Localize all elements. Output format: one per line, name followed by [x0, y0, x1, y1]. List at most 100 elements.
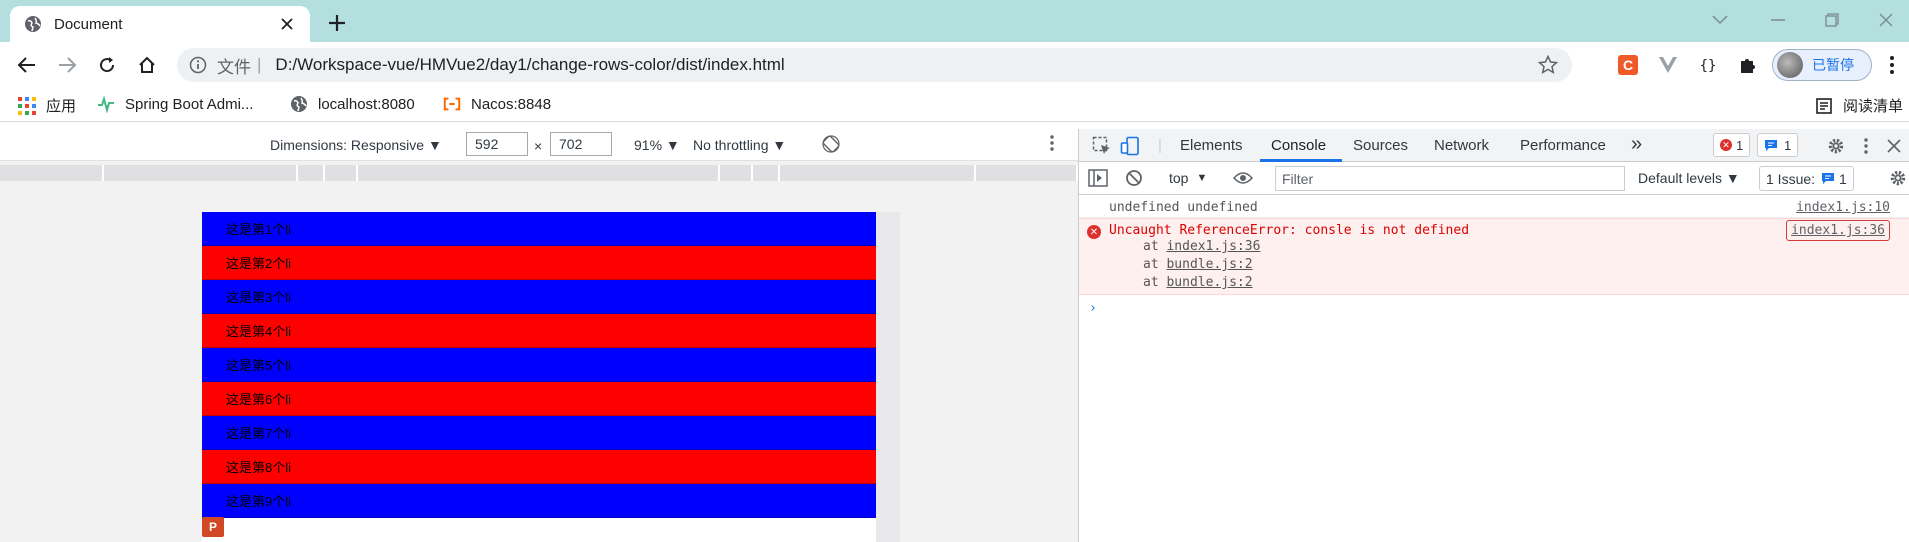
nacos-icon	[443, 95, 461, 113]
address-bar[interactable]: 文件 | D:/Workspace-vue/HMVue2/day1/change…	[177, 48, 1572, 82]
close-window-icon[interactable]	[1872, 8, 1900, 32]
tab-search-chevron-icon[interactable]	[1706, 8, 1734, 32]
settings-gear-icon[interactable]	[1825, 135, 1847, 157]
stack-link[interactable]: bundle.js:2	[1166, 257, 1252, 272]
close-devtools-icon[interactable]	[1883, 135, 1905, 157]
error-count-badge[interactable]: ✕ 1	[1713, 133, 1751, 157]
log-source-link[interactable]: index1.js:10	[1796, 200, 1890, 215]
ruler-segment[interactable]	[780, 165, 976, 181]
bookmark-nacos[interactable]: Nacos:8848	[443, 95, 551, 113]
tab-elements[interactable]: Elements	[1180, 137, 1243, 154]
tab-divider: |	[1158, 137, 1162, 154]
profile-status-label: 已暂停	[1812, 57, 1854, 73]
list-item[interactable]: 这是第5个li	[202, 348, 876, 382]
json-viewer-icon[interactable]: {}	[1697, 54, 1719, 76]
dimensions-dropdown[interactable]: Dimensions: Responsive ▼	[270, 137, 442, 153]
list-item[interactable]: 这是第4个li	[202, 314, 876, 348]
viewport-width-input[interactable]	[466, 132, 528, 156]
devtools-menu-icon[interactable]	[1855, 135, 1877, 157]
stack-link[interactable]: index1.js:36	[1166, 239, 1260, 254]
issues-count: 1	[1839, 170, 1847, 187]
tab-sources[interactable]: Sources	[1353, 137, 1408, 154]
device-toolbar-menu-icon[interactable]	[1050, 135, 1054, 151]
url-text[interactable]: D:/Workspace-vue/HMVue2/day1/change-rows…	[275, 55, 784, 75]
extension-c-icon[interactable]: C	[1617, 54, 1639, 76]
list-item[interactable]: 这是第6个li	[202, 382, 876, 416]
li-list: 这是第1个li 这是第2个li 这是第3个li 这是第4个li 这是第5个li …	[202, 212, 876, 542]
device-toggle-icon[interactable]	[1119, 135, 1141, 157]
bookmark-label: localhost:8080	[318, 95, 415, 113]
ruler-segment[interactable]	[0, 165, 104, 181]
browser-menu-icon[interactable]	[1882, 53, 1902, 77]
list-item[interactable]: 这是第2个li	[202, 246, 876, 280]
log-levels-dropdown[interactable]: Default levels ▼	[1638, 170, 1740, 186]
message-count-badge[interactable]: 1	[1757, 133, 1799, 157]
issues-button[interactable]: 1 Issue: 1	[1759, 166, 1854, 191]
list-item[interactable]: 这是第8个li	[202, 450, 876, 484]
bookmark-spring-boot-admin[interactable]: Spring Boot Admi...	[97, 95, 253, 113]
back-icon[interactable]	[14, 52, 40, 78]
message-icon	[1821, 172, 1835, 185]
powerpoint-icon[interactable]: P	[202, 517, 224, 537]
list-item[interactable]: 这是第1个li	[202, 212, 876, 246]
browser-toolbar: 文件 | D:/Workspace-vue/HMVue2/day1/change…	[0, 42, 1909, 88]
stack-prefix: at	[1143, 275, 1159, 290]
ruler-segment[interactable]	[104, 165, 298, 181]
tab-performance[interactable]: Performance	[1520, 137, 1606, 154]
reading-list[interactable]: 阅读清单	[1815, 95, 1903, 116]
stack-frame: at bundle.js:2	[1109, 274, 1909, 292]
home-icon[interactable]	[134, 52, 160, 78]
new-tab-icon[interactable]	[324, 10, 350, 36]
devtools-panel: | Elements Console Sources Network Perfo…	[1078, 129, 1909, 542]
reload-icon[interactable]	[94, 52, 120, 78]
info-icon[interactable]	[189, 56, 207, 74]
ruler-segment[interactable]	[325, 165, 358, 181]
console-output: undefined undefined index1.js:10 ✕ Uncau…	[1079, 196, 1909, 316]
browser-tab[interactable]: Document	[10, 6, 310, 42]
console-prompt[interactable]: ›	[1079, 295, 1909, 316]
globe-icon	[290, 95, 308, 113]
vue-devtools-icon[interactable]	[1657, 54, 1679, 76]
throttling-dropdown[interactable]: No throttling ▼	[693, 137, 786, 153]
stack-prefix: at	[1143, 239, 1159, 254]
ruler-segment[interactable]	[358, 165, 720, 181]
clear-console-icon[interactable]	[1123, 167, 1145, 189]
console-toolbar: top ▼ Default levels ▼ 1 Issue: 1	[1079, 162, 1909, 195]
console-settings-gear-icon[interactable]	[1887, 167, 1909, 189]
more-tabs-button[interactable]: »	[1631, 133, 1642, 156]
close-tab-icon[interactable]	[278, 15, 296, 33]
viewport-height-input[interactable]	[550, 132, 612, 156]
inspect-element-icon[interactable]	[1091, 135, 1113, 157]
show-sidebar-icon[interactable]	[1087, 167, 1109, 189]
ruler-segment[interactable]	[720, 165, 753, 181]
bookmark-apps[interactable]: 应用	[18, 95, 76, 116]
bookmark-star-icon[interactable]	[1538, 55, 1558, 75]
minimize-icon[interactable]	[1764, 8, 1792, 32]
console-filter-input[interactable]	[1275, 166, 1625, 191]
list-item[interactable]: 这是第3个li	[202, 280, 876, 314]
restore-icon[interactable]	[1818, 8, 1846, 32]
error-count: 1	[1736, 137, 1744, 153]
tab-console[interactable]: Console	[1271, 137, 1326, 154]
context-label: top	[1169, 170, 1189, 186]
list-item[interactable]: 这是第9个li	[202, 484, 876, 518]
media-query-ruler[interactable]	[0, 165, 1078, 181]
ruler-segment[interactable]	[976, 165, 1078, 181]
profile-button[interactable]: 已暂停	[1772, 49, 1872, 81]
zoom-dropdown[interactable]: 91% ▼	[634, 137, 680, 153]
error-source-link[interactable]: index1.js:36	[1786, 220, 1890, 241]
extensions-puzzle-icon[interactable]	[1737, 54, 1759, 76]
error-icon: ✕	[1720, 139, 1732, 151]
reading-list-label: 阅读清单	[1843, 98, 1904, 115]
live-expression-eye-icon[interactable]	[1232, 167, 1254, 189]
list-item[interactable]: 这是第7个li	[202, 416, 876, 450]
ruler-segment[interactable]	[753, 165, 780, 181]
rotate-icon[interactable]	[822, 135, 840, 153]
ruler-segment[interactable]	[298, 165, 325, 181]
forward-icon[interactable]	[54, 52, 80, 78]
tab-network[interactable]: Network	[1434, 137, 1489, 154]
bookmark-label: Nacos:8848	[471, 95, 552, 113]
bookmark-localhost[interactable]: localhost:8080	[290, 95, 415, 113]
context-selector[interactable]: top ▼	[1169, 170, 1207, 186]
stack-link[interactable]: bundle.js:2	[1166, 275, 1252, 290]
